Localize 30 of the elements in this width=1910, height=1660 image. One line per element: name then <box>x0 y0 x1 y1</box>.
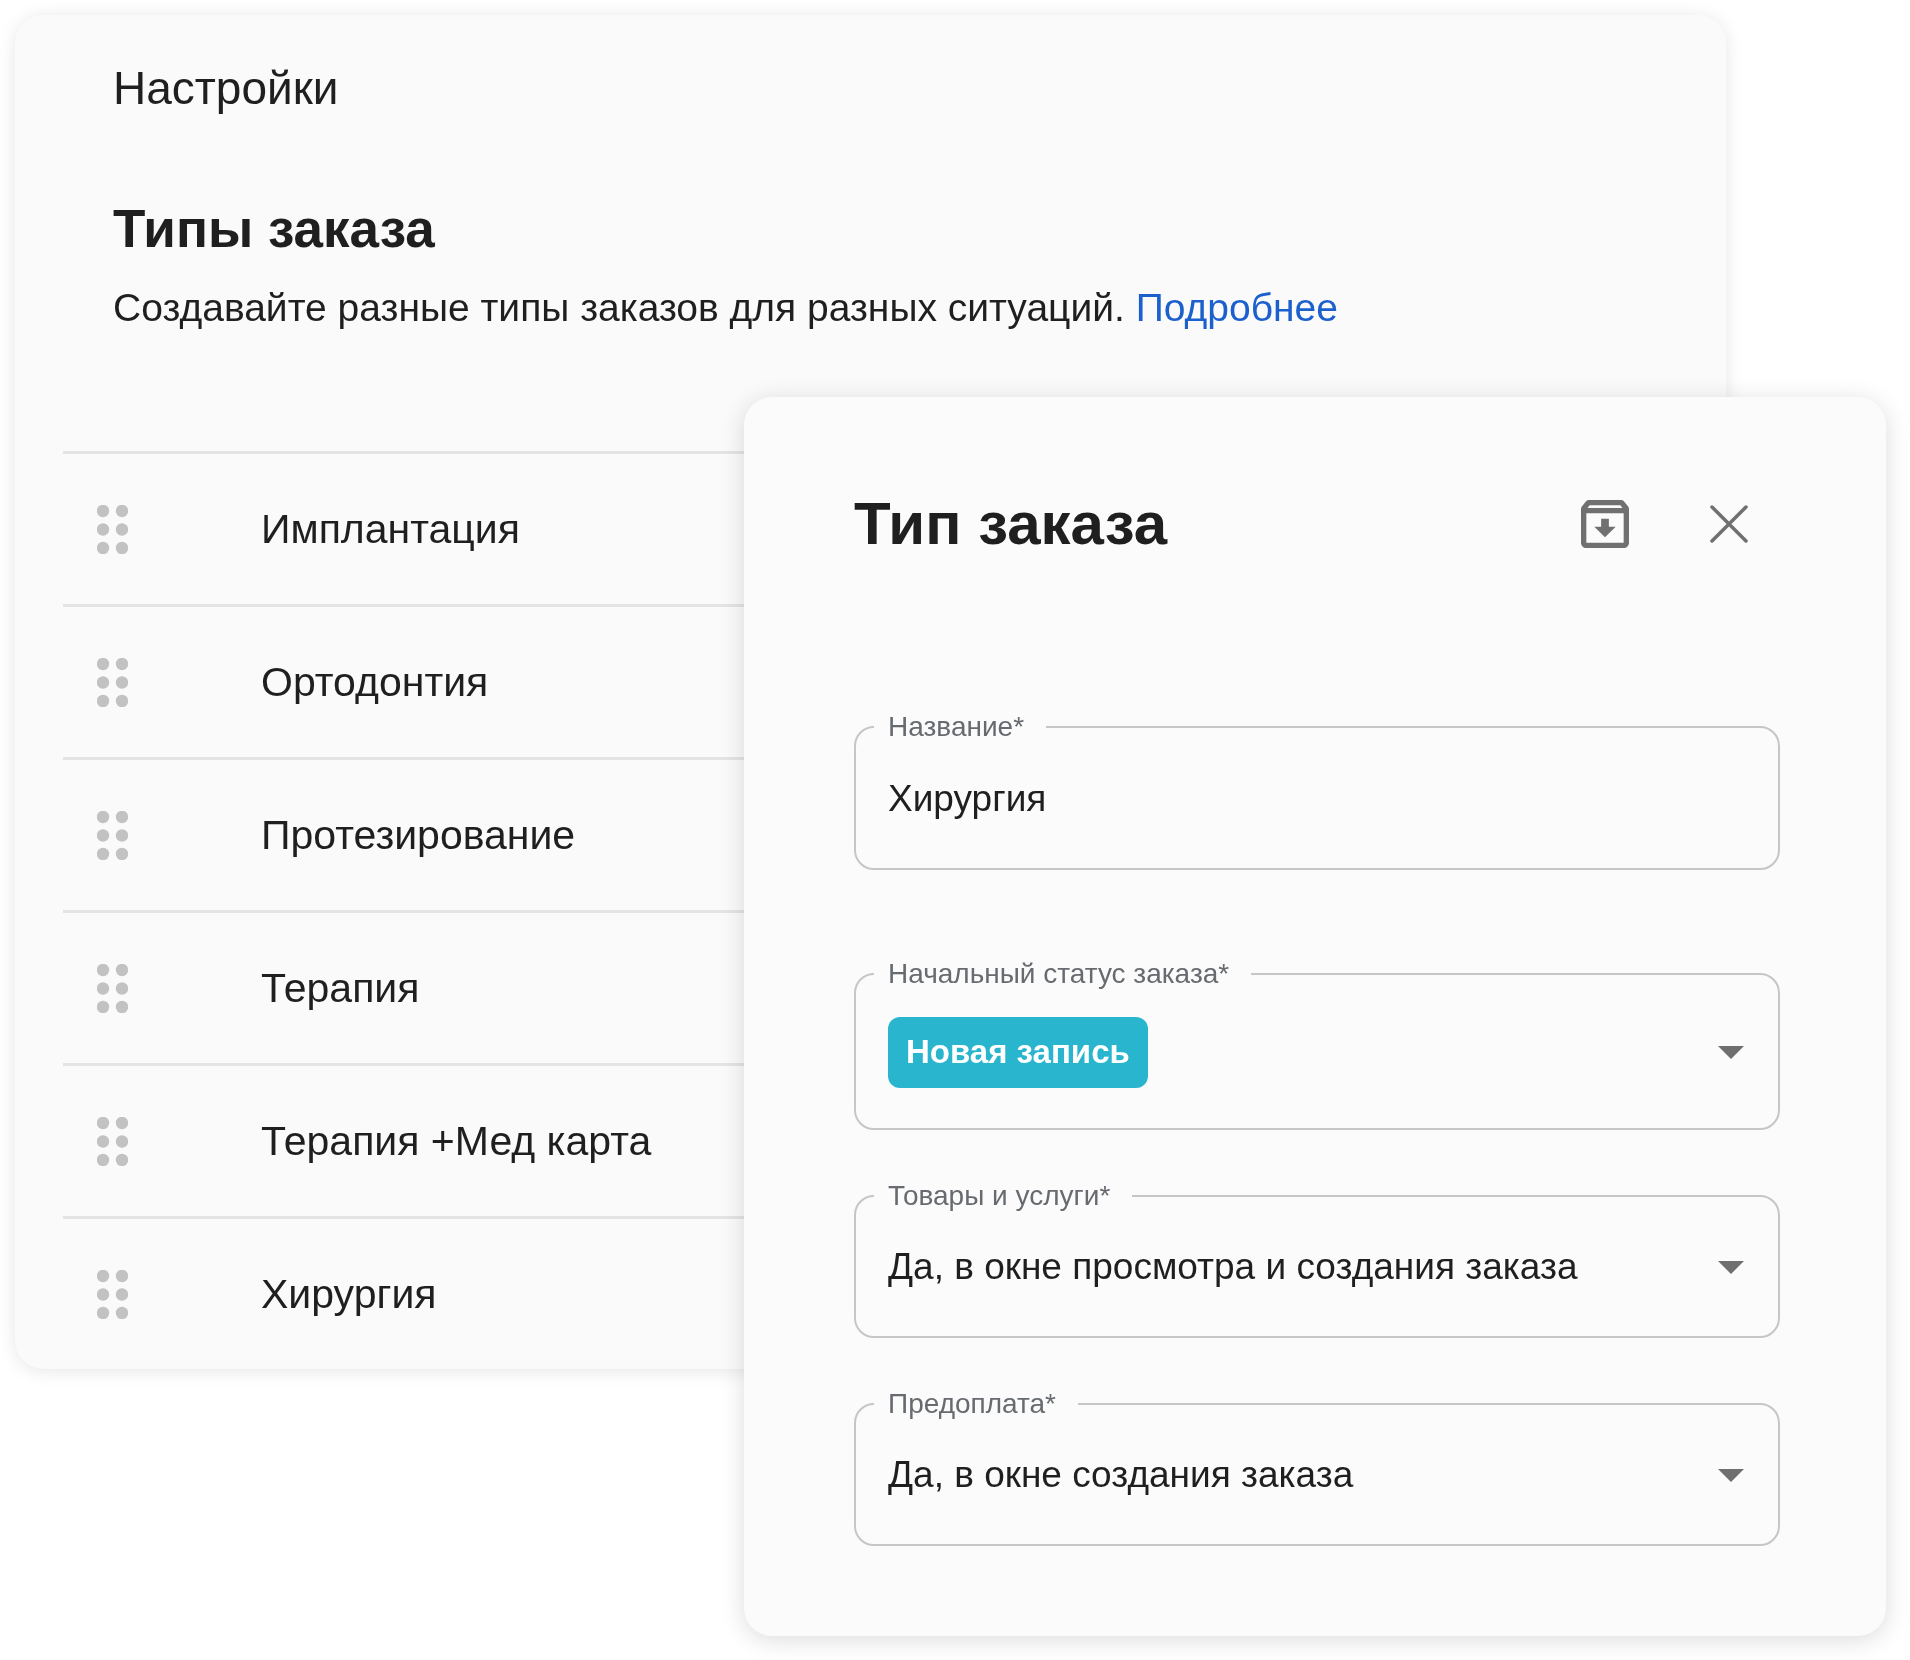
order-type-name[interactable]: Протезирование <box>261 810 576 860</box>
drag-handle-icon[interactable] <box>97 657 128 707</box>
close-icon <box>1710 505 1748 543</box>
section-description: Создавайте разные типы заказов для разных ситуаций. Подробнее <box>113 285 1338 331</box>
field-label: Предоплата* <box>888 1387 1056 1421</box>
order-type-name[interactable]: Имплантация <box>261 504 520 554</box>
dropdown-caret-icon <box>1718 1260 1744 1274</box>
archive-button[interactable] <box>1581 500 1629 548</box>
order-type-name[interactable]: Хирургия <box>261 1269 437 1319</box>
field-label: Начальный статус заказа* <box>888 957 1230 991</box>
drag-handle-icon[interactable] <box>97 1269 128 1319</box>
drag-handle-icon[interactable] <box>97 504 128 554</box>
field-label: Товары и услуги* <box>888 1179 1111 1213</box>
archive-icon <box>1581 500 1629 548</box>
field-label: Название* <box>888 710 1025 744</box>
close-button[interactable] <box>1710 505 1748 543</box>
drag-handle-icon[interactable] <box>97 963 128 1013</box>
order-type-name[interactable]: Ортодонтия <box>261 657 489 707</box>
more-link[interactable]: Подробнее <box>1135 286 1338 329</box>
page-title: Настройки <box>113 61 339 116</box>
field-input[interactable]: Хирургия <box>888 774 1744 823</box>
dropdown-caret-icon <box>1718 1468 1744 1482</box>
status-chip: Новая запись <box>888 1016 1148 1088</box>
order-type-name[interactable]: Терапия +Мед карта <box>261 1116 652 1166</box>
drag-handle-icon[interactable] <box>97 1116 128 1166</box>
order-type-name[interactable]: Терапия <box>261 963 420 1013</box>
dropdown-caret-icon <box>1718 1045 1744 1059</box>
dialog-title: Тип заказа <box>854 489 1168 559</box>
drag-handle-icon[interactable] <box>97 810 128 860</box>
section-heading: Типы заказа <box>113 198 435 260</box>
